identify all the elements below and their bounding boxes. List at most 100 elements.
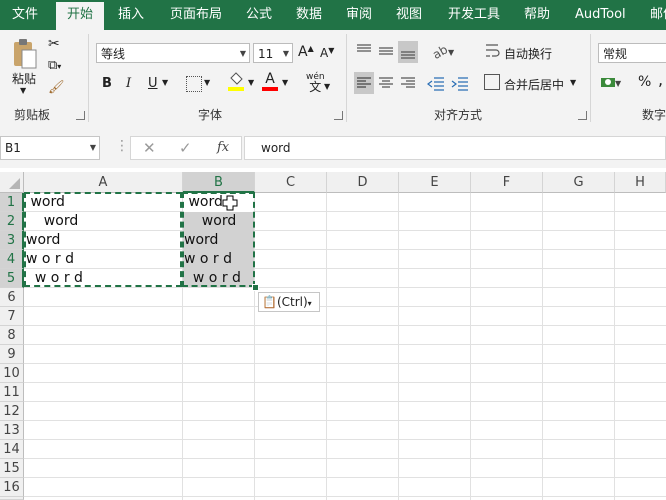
row-header-11[interactable]: 11 (0, 383, 24, 402)
row-header-2[interactable]: 2 (0, 212, 24, 231)
selection-border (182, 192, 255, 287)
align-bottom-icon[interactable] (398, 41, 418, 63)
fill-handle[interactable] (252, 284, 259, 291)
tab-formulas[interactable]: 公式 (246, 0, 272, 30)
wrap-text-button[interactable]: 自动换行 (504, 45, 552, 62)
wrap-text-icon[interactable] (484, 41, 502, 61)
formula-input[interactable]: word (244, 136, 666, 160)
column-header-c[interactable]: C (255, 172, 327, 193)
merge-center-button[interactable]: 合并后居中 (504, 76, 564, 93)
column-header-b[interactable]: B (183, 172, 255, 193)
fill-color-dropdown-icon[interactable]: ▼ (248, 78, 254, 87)
name-box[interactable]: B1 ▼ (0, 136, 100, 160)
format-painter-icon[interactable]: 🖌 (48, 80, 65, 95)
percent-button[interactable]: % (638, 74, 651, 90)
row-header-6[interactable]: 6 (0, 288, 24, 307)
shrink-font-button[interactable]: A▼ (320, 46, 334, 60)
currency-icon[interactable]: ▼ (600, 74, 622, 92)
insert-function-icon[interactable]: fx (217, 140, 229, 155)
column-header-g[interactable]: G (543, 172, 615, 193)
align-left-icon[interactable] (354, 72, 374, 94)
bold-button[interactable]: B (102, 76, 112, 91)
borders-icon[interactable] (186, 76, 202, 92)
row-header-12[interactable]: 12 (0, 402, 24, 421)
font-group-label: 字体 (198, 108, 223, 122)
orientation-icon[interactable]: ab ▼ (430, 41, 456, 62)
tab-home[interactable]: 开始 (56, 2, 104, 30)
underline-button[interactable]: U (148, 76, 158, 91)
column-header-f[interactable]: F (471, 172, 543, 193)
paste-options-dropdown-icon: ▾ (307, 299, 312, 308)
row-header-3[interactable]: 3 (0, 231, 24, 250)
paste-dropdown-icon[interactable]: ▼ (20, 86, 26, 95)
merge-dropdown-icon[interactable]: ▼ (570, 78, 576, 87)
font-color-icon[interactable]: A (262, 72, 278, 92)
tab-data[interactable]: 数据 (296, 0, 322, 30)
tab-insert[interactable]: 插入 (118, 0, 144, 30)
tab-review[interactable]: 审阅 (346, 0, 372, 30)
align-right-icon[interactable] (398, 72, 418, 94)
tab-developer[interactable]: 开发工具 (448, 0, 500, 30)
phonetic-guide-icon[interactable]: wén 文 (306, 72, 325, 94)
phonetic-dropdown-icon[interactable]: ▼ (324, 82, 330, 91)
divider (88, 34, 89, 122)
font-color-dropdown-icon[interactable]: ▼ (282, 78, 288, 87)
copy-icon[interactable]: ⧉▾ (48, 58, 61, 73)
row-header-10[interactable]: 10 (0, 364, 24, 383)
font-name-select[interactable]: 等线 ▼ (96, 43, 250, 63)
paste-button[interactable]: 粘贴 (12, 70, 36, 87)
cancel-icon[interactable]: ✕ (143, 139, 156, 157)
cursor-plus-icon (222, 195, 238, 211)
row-header-9[interactable]: 9 (0, 345, 24, 364)
tab-file[interactable]: 文件 (12, 0, 38, 30)
select-all-corner[interactable] (0, 172, 24, 193)
worksheet-grid[interactable]: A B C D E F G H 1 2 3 4 5 6 7 8 9 10 11 … (0, 172, 666, 500)
align-middle-icon[interactable] (376, 41, 396, 61)
ribbon: 粘贴 ▼ ✂ ⧉▾ 🖌 剪贴板 等线 ▼ 11 ▼ A▲ A▼ B I U ▼ ▼ … (0, 30, 666, 127)
comma-button[interactable]: , (658, 70, 663, 89)
tab-audtool[interactable]: AudTool (575, 0, 626, 30)
row-header-1[interactable]: 1 (0, 193, 24, 212)
alignment-launcher-icon[interactable] (578, 111, 587, 120)
alignment-group-label: 对齐方式 (434, 108, 483, 122)
column-header-a[interactable]: A (24, 172, 183, 193)
divider (590, 34, 591, 122)
number-format-select[interactable]: 常规 (598, 43, 666, 63)
tab-page-layout[interactable]: 页面布局 (170, 0, 222, 30)
row-header-8[interactable]: 8 (0, 326, 24, 345)
align-center-icon[interactable] (376, 72, 396, 94)
row-header-16[interactable]: 16 (0, 478, 24, 497)
decrease-indent-icon[interactable] (426, 72, 446, 94)
underline-dropdown-icon[interactable]: ▼ (162, 78, 168, 87)
align-top-icon[interactable] (354, 41, 374, 61)
paste-icon[interactable] (10, 38, 38, 70)
row-header-5[interactable]: 5 (0, 269, 24, 288)
tab-help[interactable]: 帮助 (524, 0, 550, 30)
column-header-h[interactable]: H (615, 172, 666, 193)
column-header-d[interactable]: D (327, 172, 399, 193)
formula-bar-area: B1 ▼ ⋮ ✕ ✓ fx word (0, 126, 666, 168)
divider (346, 34, 347, 122)
increase-indent-icon[interactable] (450, 72, 470, 94)
grow-font-button[interactable]: A▲ (298, 44, 314, 60)
row-header-7[interactable]: 7 (0, 307, 24, 326)
font-launcher-icon[interactable] (334, 111, 343, 120)
row-header-14[interactable]: 14 (0, 440, 24, 459)
italic-button[interactable]: I (126, 76, 131, 91)
cut-icon[interactable]: ✂ (48, 36, 60, 52)
row-header-15[interactable]: 15 (0, 459, 24, 478)
ribbon-tab-bar: 文件 开始 插入 页面布局 公式 数据 审阅 视图 开发工具 帮助 AudToo… (0, 0, 666, 30)
fill-color-icon[interactable] (228, 72, 244, 92)
row-header-13[interactable]: 13 (0, 421, 24, 440)
paste-options-button[interactable]: 📋(Ctrl)▾ (258, 292, 320, 312)
tab-mailings[interactable]: 邮件 (650, 0, 666, 30)
number-group-label: 数字 (642, 108, 666, 122)
enter-icon[interactable]: ✓ (179, 139, 192, 157)
borders-dropdown-icon[interactable]: ▼ (204, 78, 210, 87)
merge-center-icon[interactable] (484, 74, 500, 90)
clipboard-launcher-icon[interactable] (76, 111, 85, 120)
tab-view[interactable]: 视图 (396, 0, 422, 30)
column-header-e[interactable]: E (399, 172, 471, 193)
font-size-select[interactable]: 11 ▼ (253, 43, 293, 63)
row-header-4[interactable]: 4 (0, 250, 24, 269)
